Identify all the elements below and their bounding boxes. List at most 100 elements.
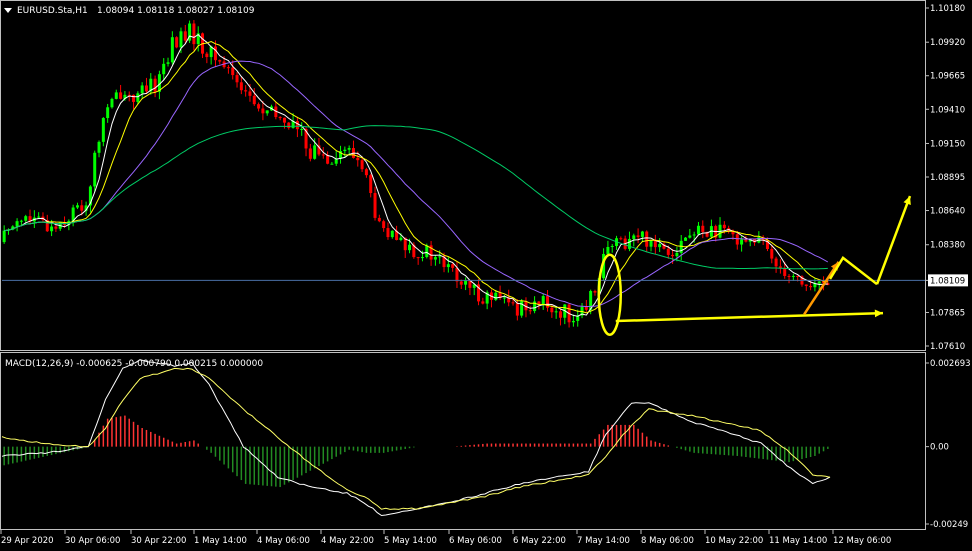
candle-body: [593, 291, 597, 293]
candle-body: [541, 296, 545, 305]
signal-line: [1, 367, 831, 510]
main-panel-border: [0, 0, 926, 351]
candle-body: [321, 154, 325, 156]
candle-body: [770, 248, 774, 259]
price-tick-label: 1.07865: [930, 308, 965, 318]
chart-canvas[interactable]: 1.10180 1.09920 1.09665 1.09410 1.09150 1.088…: [0, 0, 972, 547]
candle-body: [110, 98, 114, 108]
candle-body: [416, 257, 420, 259]
candle-body: [735, 234, 739, 245]
candle-body: [106, 107, 110, 119]
candle-body: [684, 237, 688, 241]
candle-body: [144, 85, 148, 92]
symbol-dropdown-icon[interactable]: [4, 8, 12, 13]
candle-body: [610, 245, 614, 247]
candle-body: [502, 297, 506, 299]
chart-window[interactable]: 1.10180 1.09920 1.09665 1.09410 1.09150 1.088…: [0, 0, 972, 547]
macd-tick-label: 0.002693: [930, 359, 971, 369]
candle-body: [511, 302, 515, 304]
time-tick-label: 30 Apr 06:00: [65, 536, 120, 546]
candle-body: [481, 301, 485, 304]
candle-body: [300, 128, 304, 130]
candle-body: [636, 235, 640, 237]
candle-body: [192, 23, 196, 45]
time-tick-label: 6 May 22:00: [513, 536, 566, 546]
candle-body: [364, 169, 368, 176]
candle-body: [787, 275, 791, 277]
candle-body: [382, 221, 386, 229]
candle-body: [640, 231, 644, 237]
candle-body: [231, 67, 235, 76]
candle-body: [438, 256, 442, 258]
candle-body: [446, 264, 450, 268]
candle-body: [809, 285, 813, 288]
time-tick-label: 11 May 14:00: [769, 536, 827, 546]
candle-body: [494, 292, 498, 300]
macd-histogram: [3, 415, 829, 488]
candle-body: [360, 160, 364, 170]
candle-body: [19, 220, 23, 222]
time-tick-label: 10 May 22:00: [705, 536, 763, 546]
support-arrow: [615, 311, 884, 323]
candle-body: [153, 78, 157, 92]
candle-body: [205, 53, 209, 58]
candle-body: [248, 91, 252, 96]
candle-body: [218, 60, 222, 62]
candle-body: [343, 149, 347, 152]
symbol-label: EURUSD.Sta,H1: [17, 6, 88, 16]
time-tick-label: 4 May 06:00: [257, 536, 310, 546]
time-tick-label: 7 May 14:00: [577, 536, 630, 546]
candle-body: [550, 307, 554, 313]
candle-body: [97, 141, 101, 153]
candle-body: [37, 216, 41, 218]
candle-body: [774, 258, 778, 267]
candle-body: [295, 121, 299, 130]
candle-body: [584, 306, 588, 310]
price-tick-label: 1.08380: [930, 241, 965, 251]
candle-body: [420, 257, 424, 259]
candle-body: [93, 152, 97, 187]
candle-body: [179, 31, 183, 48]
candle-body: [740, 239, 744, 245]
price-tick-label: 1.09665: [930, 72, 965, 82]
price-axis: 1.10180 1.09920 1.09665 1.09410 1.09150 1.088…: [925, 4, 968, 352]
candle-body: [369, 175, 373, 194]
candle-body: [692, 234, 696, 236]
candle-body: [451, 264, 455, 268]
candle-body: [101, 118, 105, 142]
candle-body: [386, 228, 390, 238]
candle-body: [80, 205, 84, 211]
candle-body: [308, 148, 312, 159]
price-tick-label: 1.08895: [930, 173, 965, 183]
moving-average-5: [4, 33, 828, 317]
candle-body: [213, 46, 217, 61]
candle-body: [433, 257, 437, 260]
candle-body: [252, 95, 256, 105]
candle-body: [244, 90, 248, 92]
candle-body: [15, 221, 19, 227]
candle-body: [464, 280, 468, 285]
candle-body: [282, 117, 286, 123]
candle-body: [399, 237, 403, 240]
candle-body: [696, 225, 700, 235]
candle-body: [425, 245, 429, 258]
candle-body: [377, 217, 381, 222]
time-tick-label: 30 Apr 22:00: [131, 536, 186, 546]
candle-body: [50, 226, 54, 232]
price-tick-label: 1.09410: [930, 105, 965, 115]
candle-body: [515, 303, 519, 316]
candle-body: [166, 62, 170, 64]
candle-body: [313, 145, 317, 159]
projection-arrow: [875, 195, 912, 285]
time-axis: 29 Apr 2020 30 Apr 06:00 30 Apr 22:00 1 May…: [0, 530, 891, 546]
candle-body: [649, 240, 653, 247]
candle-body: [817, 281, 821, 284]
macd-lines: [1, 359, 831, 517]
moving-average-lines: [2, 33, 925, 317]
candle-body: [261, 108, 265, 114]
candle-body: [373, 193, 377, 218]
candle-body: [688, 235, 692, 238]
candle-body: [408, 244, 412, 251]
candle-body: [744, 239, 748, 242]
time-tick-label: 12 May 06:00: [833, 536, 891, 546]
